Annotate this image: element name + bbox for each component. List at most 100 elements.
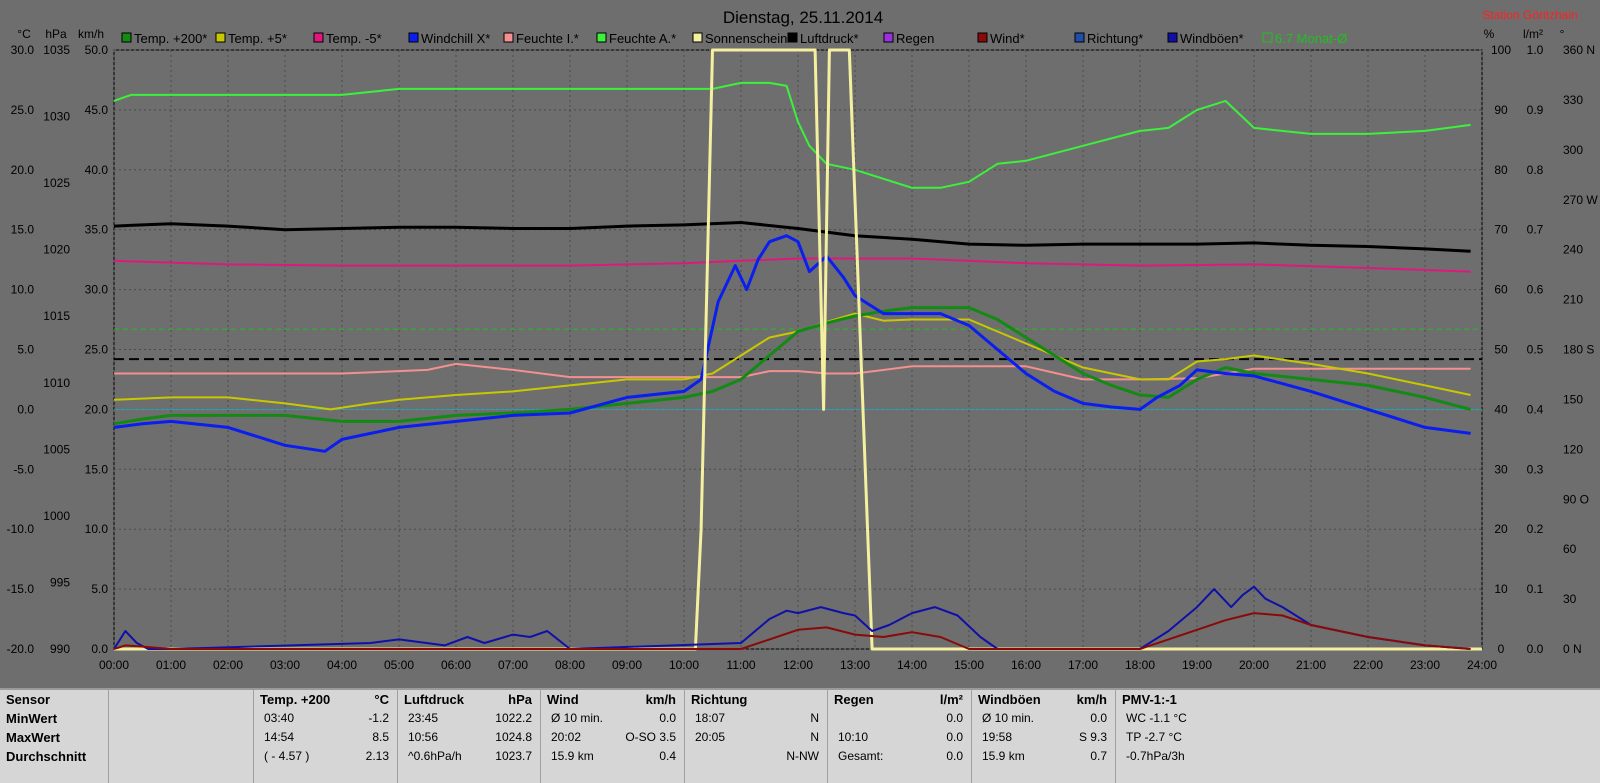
- temp-header: Temp. +200: [260, 692, 331, 707]
- pmv-pressure-trend: -0.7hPa/3h: [1126, 749, 1185, 763]
- rain-max-time: 10:10: [838, 730, 869, 744]
- temp-unit: °C: [374, 692, 389, 707]
- legend-label: 6.7 Monat-Ø: [1275, 31, 1347, 46]
- stats-pmv-column: PMV-1:-1 WC -1.1 °C TP -2.7 °C -0.7hPa/3…: [1115, 690, 1600, 783]
- y-tick-wind_kmh: 0.0: [91, 642, 108, 656]
- pressure-min-time: 23:45: [408, 711, 439, 725]
- gusts-row2-b: S 9.3: [1078, 730, 1107, 744]
- y-tick-pressure_hpa: 1025: [43, 176, 70, 190]
- pressure-max-value: 1024.8: [495, 730, 532, 744]
- y-tick-temp_c: -10.0: [7, 522, 35, 536]
- x-tick-label: 13:00: [840, 658, 870, 672]
- y-tick-direction: 240: [1563, 243, 1583, 257]
- y-tick-rain_lm2: 0.1: [1527, 582, 1544, 596]
- wind-row1-c: 0.0: [659, 711, 676, 725]
- y-tick-rain_lm2: 0.5: [1527, 343, 1544, 357]
- x-tick-label: 01:00: [156, 658, 186, 672]
- plot-area: [113, 49, 1483, 650]
- y-tick-direction: 150: [1563, 392, 1583, 406]
- legend-swatch: [121, 32, 132, 43]
- legend-label: Temp. +5*: [228, 31, 287, 46]
- label-avg: Durchschnitt: [6, 749, 87, 764]
- legend-swatch: [883, 32, 894, 43]
- rain-total-label: Gesamt:: [838, 749, 884, 763]
- wind-row2-a: 20:02: [551, 730, 582, 744]
- gusts-header: Windböen: [978, 692, 1041, 707]
- x-tick-label: 04:00: [327, 658, 357, 672]
- legend-swatch: [408, 32, 419, 43]
- legend-swatch: [787, 32, 798, 43]
- y-tick-pressure_hpa: 1000: [43, 509, 70, 523]
- x-tick-label: 05:00: [384, 658, 414, 672]
- x-tick-label: 15:00: [954, 658, 984, 672]
- legend-label: Windböen*: [1180, 31, 1244, 46]
- x-tick-label: 00:00: [99, 658, 129, 672]
- y-tick-wind_kmh: 10.0: [85, 522, 109, 536]
- rain-total-value: 0.0: [946, 749, 963, 763]
- temp-avg-value: 2.13: [365, 749, 389, 763]
- y-tick-humidity_pct: 90: [1494, 103, 1508, 117]
- y-tick-direction: 0 N: [1563, 642, 1582, 656]
- stats-direction-column: Richtung 18:07 N 20:05 N N-NW: [684, 690, 827, 783]
- direction-max-time: 20:05: [695, 730, 726, 744]
- y-tick-humidity_pct: 10: [1494, 582, 1508, 596]
- y-tick-humidity_pct: 20: [1494, 522, 1508, 536]
- pmv-dewpoint: TP -2.7 °C: [1126, 730, 1182, 744]
- gusts-row1-a: Ø 10 min.: [982, 711, 1035, 725]
- legend-label: Windchill X*: [421, 31, 490, 46]
- y-tick-direction: 300: [1563, 143, 1583, 157]
- weather-chart: Dienstag, 25.11.2014 Station Göritzhain …: [0, 0, 1600, 688]
- y-tick-temp_c: 5.0: [17, 343, 34, 357]
- y-tick-pressure_hpa: 1020: [43, 243, 70, 257]
- y-tick-temp_c: -15.0: [7, 582, 35, 596]
- y-tick-rain_lm2: 0.2: [1527, 522, 1544, 536]
- legend-swatch: [313, 32, 324, 43]
- x-tick-label: 12:00: [783, 658, 813, 672]
- legend-swatch: [503, 32, 514, 43]
- direction-max-value: N: [810, 730, 819, 744]
- legend-swatch: [215, 32, 226, 43]
- label-sensor: Sensor: [6, 692, 51, 707]
- label-min: MinWert: [6, 711, 58, 726]
- label-max: MaxWert: [6, 730, 60, 745]
- unit-direction: °: [1560, 27, 1565, 41]
- pmv-windchill: WC -1.1 °C: [1126, 711, 1187, 725]
- direction-header: Richtung: [691, 692, 748, 707]
- x-tick-label: 19:00: [1182, 658, 1212, 672]
- y-tick-pressure_hpa: 1010: [43, 376, 70, 390]
- y-tick-humidity_pct: 50: [1494, 343, 1508, 357]
- y-tick-rain_lm2: 0.8: [1527, 163, 1544, 177]
- y-tick-wind_kmh: 5.0: [91, 582, 108, 596]
- wind-row3-a: 15.9 km: [551, 749, 594, 763]
- x-tick-label: 24:00: [1467, 658, 1497, 672]
- wind-row2-b: O-SO 3.5: [625, 730, 676, 744]
- y-tick-rain_lm2: 0.0: [1527, 642, 1544, 656]
- y-tick-rain_lm2: 0.3: [1527, 462, 1544, 476]
- legend-label: Luftdruck*: [800, 31, 859, 46]
- rain-max-value: 0.0: [946, 730, 963, 744]
- legend-label: Feuchte I.*: [516, 31, 579, 46]
- y-tick-rain_lm2: 1.0: [1527, 43, 1544, 57]
- y-tick-direction: 360 N: [1563, 43, 1595, 57]
- y-tick-pressure_hpa: 995: [50, 575, 70, 589]
- y-tick-temp_c: -20.0: [7, 642, 35, 656]
- y-tick-wind_kmh: 25.0: [85, 343, 109, 357]
- y-tick-rain_lm2: 0.6: [1527, 283, 1544, 297]
- x-tick-label: 16:00: [1011, 658, 1041, 672]
- legend-label: Sonnenschein: [705, 31, 787, 46]
- legend-label: Feuchte A.*: [609, 31, 676, 46]
- pressure-min-value: 1022.2: [495, 711, 532, 725]
- legend-label: Richtung*: [1087, 31, 1143, 46]
- x-tick-label: 23:00: [1410, 658, 1440, 672]
- x-tick-label: 21:00: [1296, 658, 1326, 672]
- x-tick-label: 08:00: [555, 658, 585, 672]
- y-tick-direction: 270 W: [1563, 193, 1598, 207]
- y-tick-humidity_pct: 30: [1494, 462, 1508, 476]
- pressure-unit: hPa: [508, 692, 532, 707]
- stats-rain-column: Regen l/m² 0.0 10:10 0.0 Gesamt: 0.0: [827, 690, 971, 783]
- y-tick-wind_kmh: 35.0: [85, 223, 109, 237]
- legend-swatch: [1167, 32, 1178, 43]
- y-tick-direction: 180 S: [1563, 343, 1594, 357]
- y-tick-rain_lm2: 0.7: [1527, 223, 1544, 237]
- direction-min-value: N: [810, 711, 819, 725]
